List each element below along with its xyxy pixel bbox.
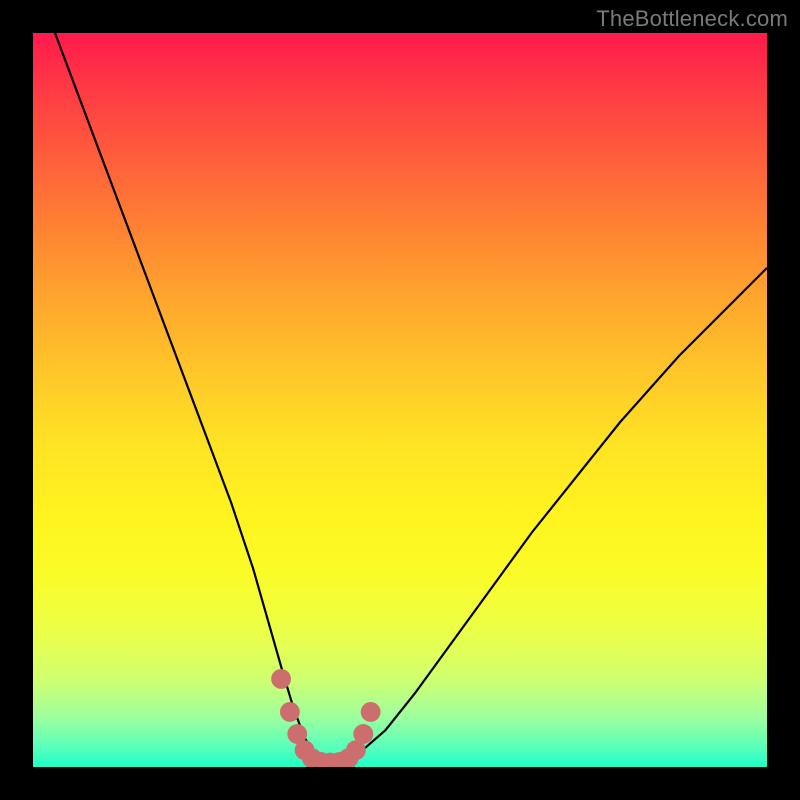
highlight-dot [361,702,381,722]
bottleneck-curve-svg [33,33,767,767]
bottleneck-curve [55,33,767,763]
highlight-dot [280,702,300,722]
highlight-dot [353,724,373,744]
highlight-dot [271,669,291,689]
plot-area [33,33,767,767]
chart-frame: TheBottleneck.com [0,0,800,800]
watermark-text: TheBottleneck.com [596,6,788,32]
highlight-markers [271,669,380,767]
